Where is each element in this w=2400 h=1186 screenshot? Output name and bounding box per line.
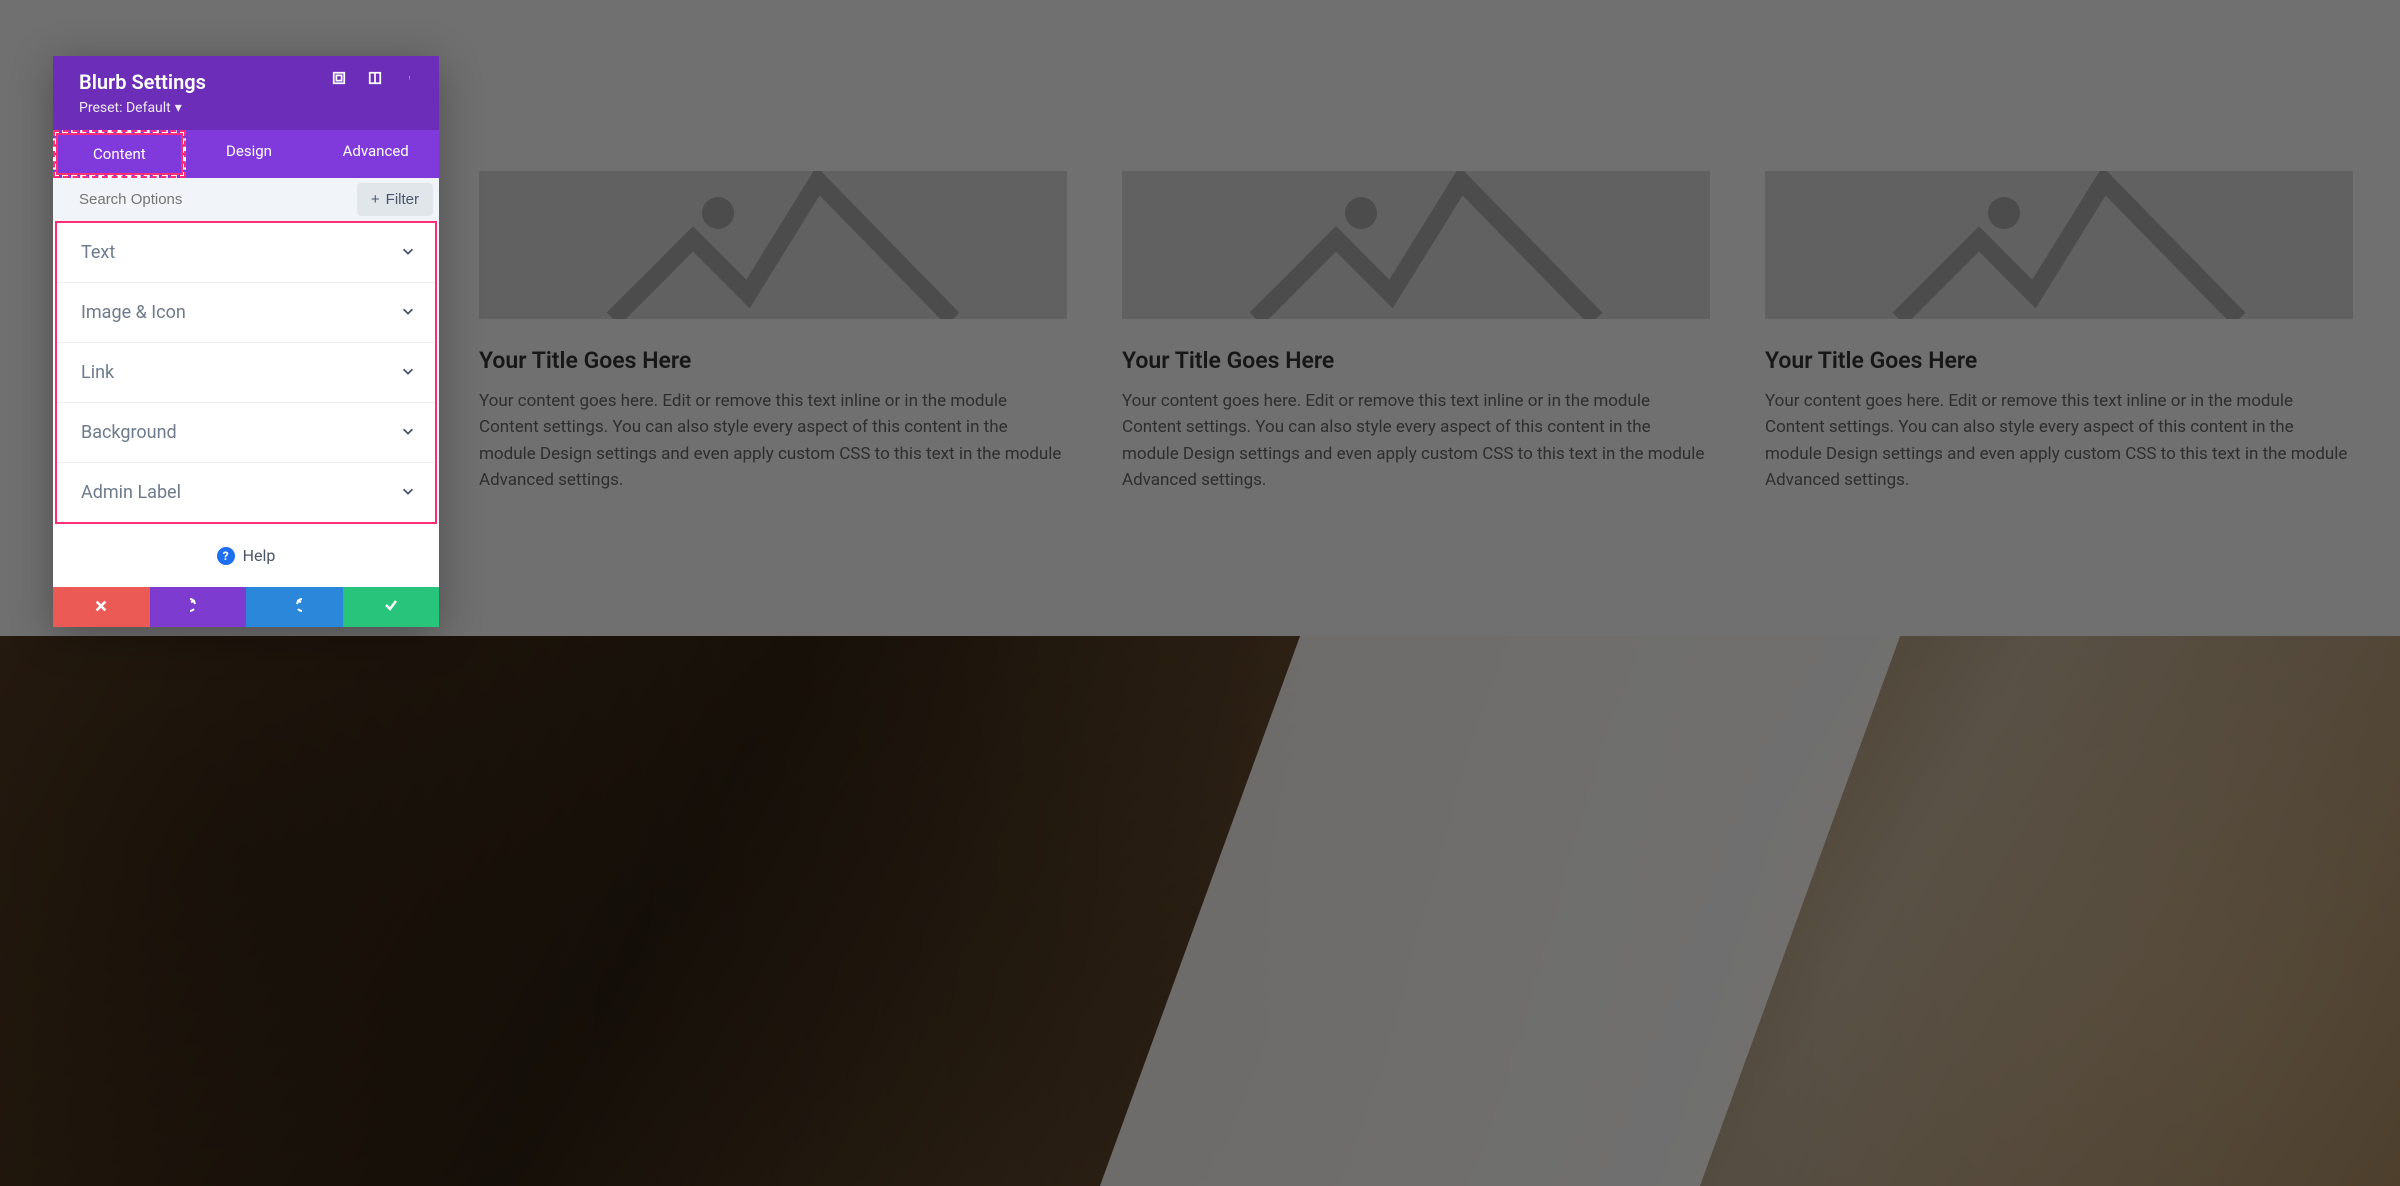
help-label: Help bbox=[243, 546, 276, 565]
filter-label: Filter bbox=[386, 191, 419, 208]
help-icon: ? bbox=[217, 547, 235, 565]
save-button[interactable] bbox=[343, 587, 440, 627]
tab-design[interactable]: Design bbox=[186, 130, 313, 178]
chevron-down-icon bbox=[401, 362, 415, 383]
panel-header[interactable]: Blurb Settings Preset: Default ▾ bbox=[53, 56, 439, 130]
filter-button[interactable]: + Filter bbox=[357, 183, 433, 216]
panel-title: Blurb Settings bbox=[79, 70, 206, 94]
panel-title-block: Blurb Settings Preset: Default ▾ bbox=[79, 70, 206, 116]
close-icon bbox=[94, 598, 108, 617]
help-button[interactable]: ? Help bbox=[53, 524, 439, 587]
chevron-down-icon bbox=[401, 482, 415, 503]
section-label: Text bbox=[81, 242, 115, 263]
accordion: Text Image & Icon Link Background Admin … bbox=[55, 221, 437, 524]
section-label: Background bbox=[81, 422, 177, 443]
tabs: Content Design Advanced bbox=[53, 130, 439, 178]
snap-icon[interactable] bbox=[367, 70, 383, 86]
action-bar bbox=[53, 587, 439, 627]
preset-label: Preset: Default bbox=[79, 100, 171, 116]
search-input[interactable] bbox=[53, 179, 351, 220]
settings-panel: Blurb Settings Preset: Default ▾ Content… bbox=[53, 56, 439, 627]
undo-button[interactable] bbox=[150, 587, 247, 627]
preset-dropdown[interactable]: Preset: Default ▾ bbox=[79, 100, 206, 116]
chevron-down-icon bbox=[401, 302, 415, 323]
search-row: + Filter bbox=[53, 178, 439, 221]
tab-content[interactable]: Content bbox=[53, 130, 186, 178]
undo-icon bbox=[190, 597, 206, 617]
section-background[interactable]: Background bbox=[57, 402, 435, 462]
section-text[interactable]: Text bbox=[57, 221, 435, 282]
tab-advanced[interactable]: Advanced bbox=[312, 130, 439, 178]
section-label: Image & Icon bbox=[81, 302, 186, 323]
chevron-down-icon bbox=[401, 242, 415, 263]
expand-icon[interactable] bbox=[331, 70, 347, 86]
check-icon bbox=[383, 597, 399, 617]
redo-button[interactable] bbox=[246, 587, 343, 627]
cancel-button[interactable] bbox=[53, 587, 150, 627]
section-label: Admin Label bbox=[81, 482, 181, 503]
chevron-down-icon bbox=[401, 422, 415, 443]
section-admin-label[interactable]: Admin Label bbox=[57, 462, 435, 522]
section-label: Link bbox=[81, 362, 114, 383]
section-link[interactable]: Link bbox=[57, 342, 435, 402]
panel-header-icons bbox=[331, 70, 419, 86]
caret-down-icon: ▾ bbox=[175, 100, 182, 116]
plus-icon: + bbox=[371, 191, 380, 208]
more-icon[interactable] bbox=[403, 70, 419, 86]
redo-icon bbox=[286, 597, 302, 617]
section-image-icon[interactable]: Image & Icon bbox=[57, 282, 435, 342]
